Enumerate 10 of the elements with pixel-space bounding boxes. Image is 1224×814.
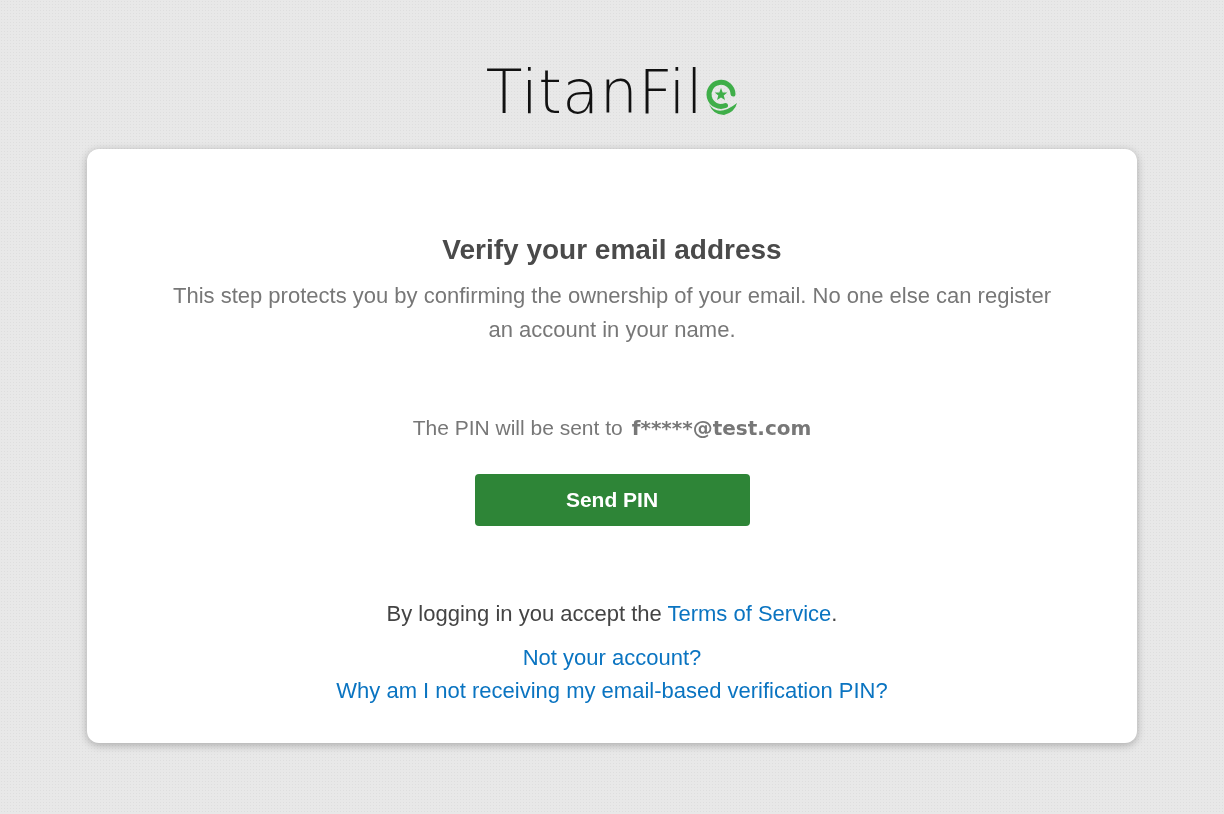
help-link[interactable]: Not your account? — [522, 645, 702, 670]
description-text: This step protects you by confirming the ownership of your email. No one else can register an account in your name. — [172, 282, 1052, 344]
card-title: Verify your email address — [441, 233, 783, 267]
send-pin-button[interactable]: Send PIN — [474, 474, 750, 526]
pin-notice-text: The PIN will be sent to — [412, 416, 623, 439]
terms-text: By logging in you accept the Terms of Service. — [385, 600, 839, 628]
logo-text: TitanFil — [485, 60, 704, 124]
masked-email: f*****@test.com — [631, 416, 812, 440]
terms-link[interactable]: Terms of Service — [667, 601, 832, 626]
help-link[interactable]: Why am I not receiving my email-based verification PIN? — [336, 678, 888, 703]
